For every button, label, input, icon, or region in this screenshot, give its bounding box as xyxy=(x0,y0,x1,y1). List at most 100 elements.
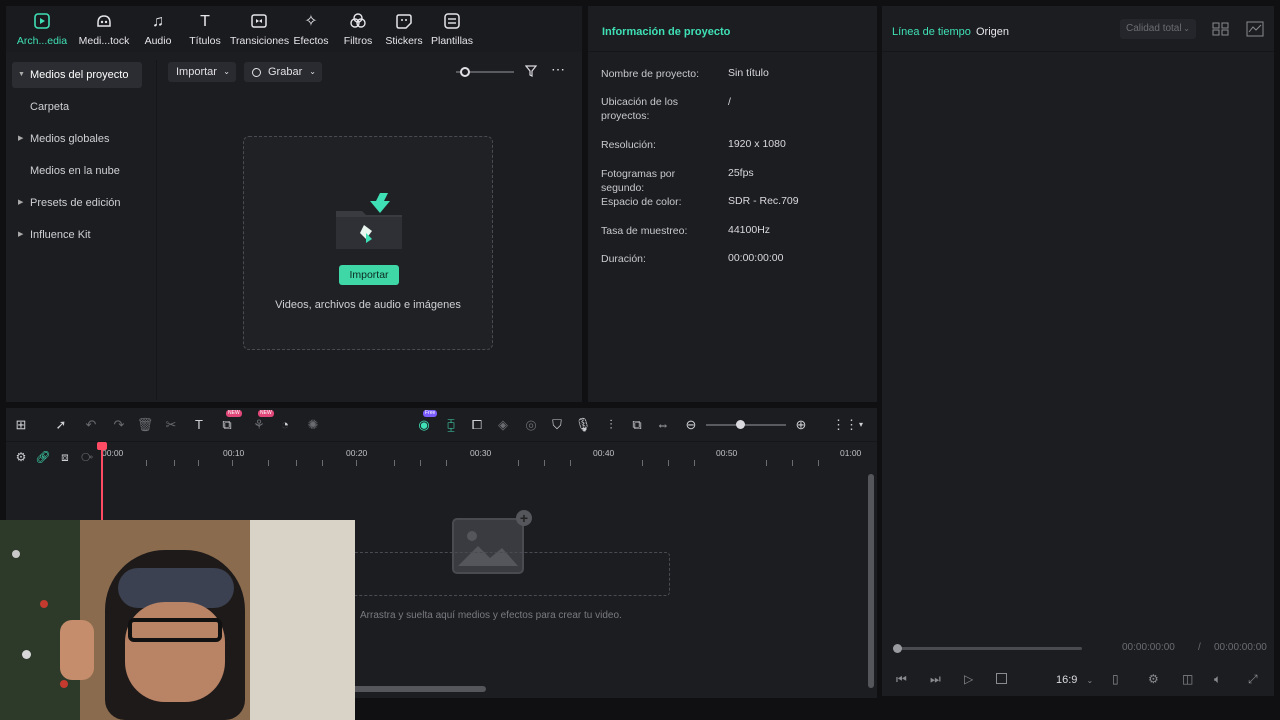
playhead-handle[interactable] xyxy=(97,442,107,450)
zoom-out-icon[interactable]: ⊖ xyxy=(682,416,700,434)
volume-icon[interactable]: 🔈︎ xyxy=(1214,672,1221,687)
track-options-icon[interactable]: ⋮⋮ xyxy=(832,416,858,434)
tab-templates[interactable]: Plantillas xyxy=(430,12,474,48)
sidebar-item-folder[interactable]: Carpeta xyxy=(12,94,142,120)
auto-beat-icon[interactable]: ⧮ xyxy=(442,416,460,434)
waveform-view-icon[interactable] xyxy=(1246,21,1264,37)
split-icon[interactable]: ⧠ xyxy=(468,416,486,434)
play-icon[interactable]: ▷ xyxy=(964,672,973,686)
tab-titles[interactable]: T Títulos xyxy=(184,12,226,48)
curtain xyxy=(250,520,355,720)
sidebar-item-project-media[interactable]: ▼ Medios del proyecto xyxy=(12,62,142,88)
snapshot-icon[interactable]: ◫ xyxy=(1182,672,1193,686)
caret-right-icon: ▶ xyxy=(18,135,24,142)
tab-media[interactable]: Arch...edia xyxy=(12,12,72,48)
stock-media-icon xyxy=(76,12,132,32)
stop-icon[interactable] xyxy=(996,673,1007,684)
keyframe-icon[interactable]: ◈ xyxy=(494,416,512,434)
ornament xyxy=(22,650,31,659)
undo-icon[interactable]: ↶ xyxy=(82,416,100,434)
fit-icon[interactable]: ⇔ xyxy=(654,416,672,434)
shield-icon[interactable]: ⛉ xyxy=(548,416,566,434)
tab-stock-media[interactable]: Medi...tock xyxy=(76,12,132,48)
quality-dropdown[interactable]: Calidad total ⌄ xyxy=(1120,19,1196,39)
ruler-tick xyxy=(198,460,199,466)
track-height-icon[interactable]: ⧂ xyxy=(78,448,96,466)
info-key: Nombre de proyecto: xyxy=(601,68,700,80)
audio-mixer-icon[interactable]: ⫶ xyxy=(602,416,620,434)
previous-frame-icon[interactable]: ⏮ xyxy=(896,672,907,687)
total-time: 00:00:00:00 xyxy=(1214,642,1267,653)
progress-handle[interactable] xyxy=(893,644,902,653)
text-tool-icon[interactable]: T xyxy=(190,416,208,434)
preview-panel: Línea de tiempo Origen Calidad total ⌄ 0… xyxy=(882,6,1274,696)
ruler-tick xyxy=(544,460,545,466)
aspect-ratio-dropdown[interactable]: 16:9 ⌄ xyxy=(1056,674,1093,686)
cut-icon[interactable]: ✂ xyxy=(162,416,180,434)
marker-icon[interactable]: ▯ xyxy=(1112,672,1119,686)
playhead[interactable] xyxy=(97,442,107,522)
timeline-dropzone[interactable] xyxy=(336,552,670,596)
tab-stickers[interactable]: Stickers xyxy=(384,12,424,48)
time-separator: / xyxy=(1198,642,1201,653)
sidebar-item-edit-presets[interactable]: ▶ Presets de edición xyxy=(12,190,142,216)
scrollbar-thumb[interactable] xyxy=(868,474,874,688)
tab-source-preview[interactable]: Origen xyxy=(976,26,1009,38)
track-settings-icon[interactable]: ⚙ xyxy=(12,448,30,466)
ruler-tick xyxy=(322,460,323,466)
crop-icon[interactable]: ⧉ NEW xyxy=(218,410,242,434)
record-dropdown[interactable]: Grabar ⌄ xyxy=(244,62,322,82)
filter-sort-icon[interactable] xyxy=(524,64,539,78)
redo-icon[interactable]: ↷ xyxy=(110,416,128,434)
ruler-tick xyxy=(668,460,669,466)
replace-icon[interactable]: ⧉ xyxy=(628,416,646,434)
horizontal-scrollbar[interactable] xyxy=(350,686,486,692)
more-options-icon[interactable]: ⋯ xyxy=(551,62,567,78)
zoom-slider-handle[interactable] xyxy=(736,420,745,429)
tab-timeline-preview[interactable]: Línea de tiempo xyxy=(892,26,971,38)
sidebar-item-cloud-media[interactable]: Medios en la nube xyxy=(12,158,142,184)
next-frame-icon[interactable]: ⏭ xyxy=(930,672,941,687)
link-icon[interactable]: 🔗︎ xyxy=(34,448,52,466)
sidebar-item-influence-kit[interactable]: ▶ Influence Kit xyxy=(12,222,142,248)
import-dropdown[interactable]: Importar ⌄ xyxy=(168,62,236,82)
current-time: 00:00:00:00 xyxy=(1122,642,1175,653)
microphone-icon[interactable]: 🎙︎ xyxy=(574,416,592,434)
sidebar-item-global-media[interactable]: ▶ Medios globales xyxy=(12,126,142,152)
chevron-down-icon[interactable]: ▾ xyxy=(852,416,870,434)
slider-handle[interactable] xyxy=(460,67,470,77)
zoom-slider[interactable] xyxy=(706,420,786,429)
caret-right-icon: ▶ xyxy=(18,231,24,238)
magnet-icon[interactable]: ⧈ xyxy=(56,448,74,466)
fullscreen-icon[interactable]: ⤢ xyxy=(1248,672,1258,687)
ruler-tick xyxy=(268,460,269,466)
settings-icon[interactable]: ⚙ xyxy=(1148,672,1159,686)
stabilize-icon[interactable]: ◎ xyxy=(522,416,540,434)
tab-audio[interactable]: ♫ Audio xyxy=(138,12,178,48)
preview-progress-bar[interactable] xyxy=(893,644,1082,653)
info-key: Fotogramas por segundo: xyxy=(601,168,676,194)
ai-tool-icon[interactable]: ⚘ NEW xyxy=(250,410,274,434)
speed-icon[interactable]: ◔ xyxy=(276,416,294,434)
filter-icon xyxy=(340,12,376,32)
tab-filters[interactable]: Filtros xyxy=(340,12,376,48)
layout-icon[interactable]: ⊞ xyxy=(12,416,30,434)
ruler-tick xyxy=(518,460,519,466)
import-button[interactable]: Importar xyxy=(339,265,399,285)
ai-copilot-icon[interactable]: ◉ Free xyxy=(415,410,438,434)
chevron-down-icon: ⌄ xyxy=(223,67,230,76)
tab-effects[interactable]: ✧ Efectos xyxy=(292,12,330,48)
zoom-in-icon[interactable]: ⊕ xyxy=(792,416,810,434)
info-key: Espacio de color: xyxy=(601,196,682,208)
color-icon[interactable]: ✺ xyxy=(304,416,322,434)
info-value: Sin título xyxy=(728,67,769,79)
delete-icon[interactable]: 🗑︎ xyxy=(136,416,154,434)
import-dropzone[interactable]: Importar Videos, archivos de audio e imá… xyxy=(243,136,493,350)
select-tool-icon[interactable]: ➚ xyxy=(52,416,70,434)
vertical-scrollbar[interactable] xyxy=(868,474,874,688)
grid-view-icon[interactable] xyxy=(1212,22,1230,36)
ruler-label: 01:00 xyxy=(840,448,862,458)
ornament xyxy=(40,600,48,608)
tab-transitions[interactable]: Transiciones xyxy=(230,12,289,48)
thumbnail-size-slider[interactable] xyxy=(456,67,514,77)
